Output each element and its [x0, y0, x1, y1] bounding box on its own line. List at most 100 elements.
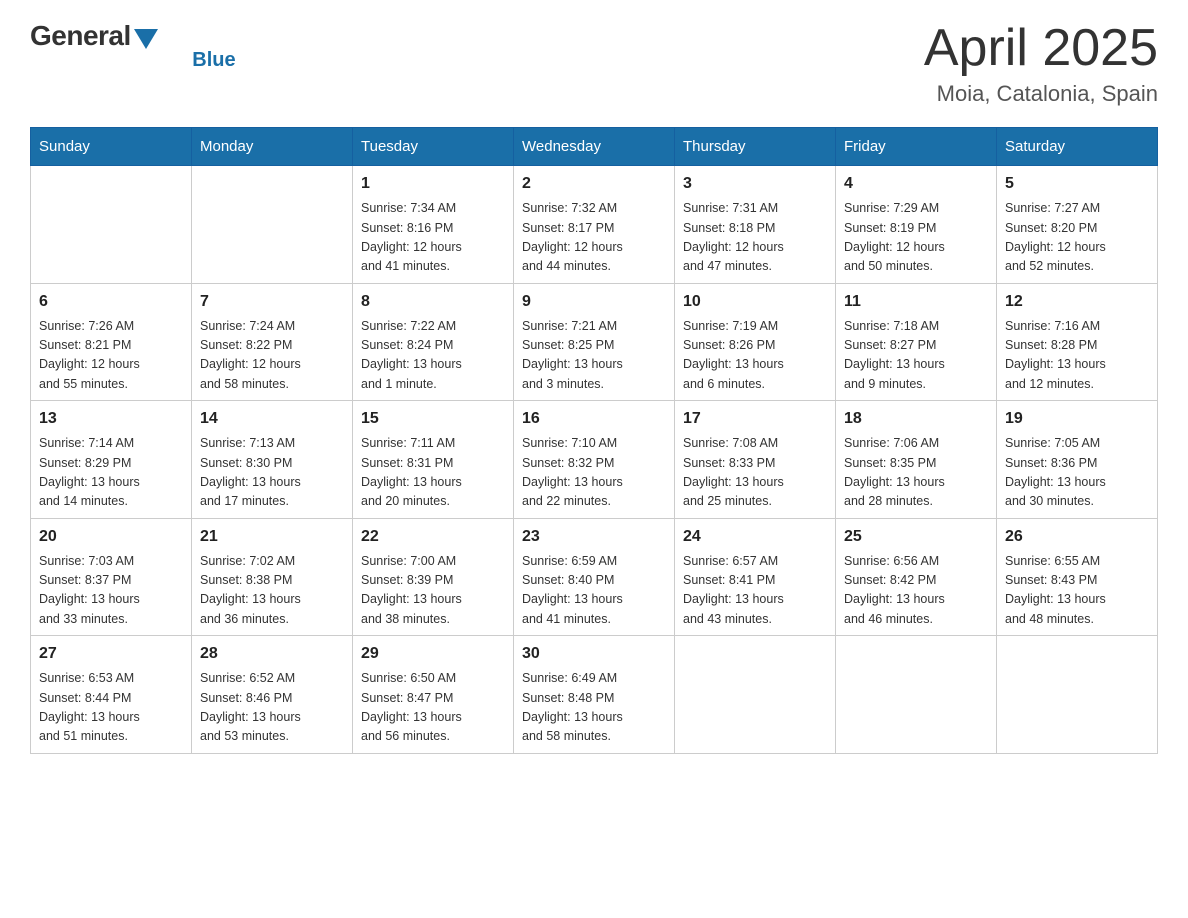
calendar-cell: 21 Sunrise: 7:02 AM Sunset: 8:38 PM Dayli…	[192, 518, 353, 636]
calendar-title: April 2025	[924, 20, 1158, 77]
calendar-cell: 2 Sunrise: 7:32 AM Sunset: 8:17 PM Daylig…	[514, 166, 675, 284]
day-number: 21	[200, 525, 344, 549]
calendar-cell: 3 Sunrise: 7:31 AM Sunset: 8:18 PM Daylig…	[675, 166, 836, 284]
calendar-cell: 4 Sunrise: 7:29 AM Sunset: 8:19 PM Daylig…	[836, 166, 997, 284]
calendar-cell	[997, 636, 1158, 754]
calendar-week-row: 13 Sunrise: 7:14 AM Sunset: 8:29 PM Dayli…	[31, 401, 1158, 519]
day-number: 20	[39, 525, 183, 549]
calendar-cell: 13 Sunrise: 7:14 AM Sunset: 8:29 PM Dayli…	[31, 401, 192, 519]
day-info: Sunrise: 6:59 AM Sunset: 8:40 PM Dayligh…	[522, 552, 666, 630]
calendar-cell: 6Sunrise: 7:26 AM Sunset: 8:21 PM Daylig…	[31, 283, 192, 401]
calendar-table: SundayMondayTuesdayWednesdayThursdayFrid…	[30, 127, 1158, 754]
day-number: 12	[1005, 290, 1149, 314]
calendar-subtitle: Moia, Catalonia, Spain	[924, 81, 1158, 107]
calendar-cell: 10Sunrise: 7:19 AM Sunset: 8:26 PM Dayli…	[675, 283, 836, 401]
day-info: Sunrise: 6:53 AM Sunset: 8:44 PM Dayligh…	[39, 669, 183, 747]
day-info: Sunrise: 7:06 AM Sunset: 8:35 PM Dayligh…	[844, 434, 988, 512]
day-number: 11	[844, 290, 988, 314]
calendar-cell: 12 Sunrise: 7:16 AM Sunset: 8:28 PM Dayli…	[997, 283, 1158, 401]
day-info: Sunrise: 7:14 AM Sunset: 8:29 PM Dayligh…	[39, 434, 183, 512]
calendar-cell	[31, 166, 192, 284]
calendar-cell: 5 Sunrise: 7:27 AM Sunset: 8:20 PM Daylig…	[997, 166, 1158, 284]
day-number: 3	[683, 172, 827, 196]
day-number: 25	[844, 525, 988, 549]
calendar-cell: 29Sunrise: 6:50 AM Sunset: 8:47 PM Dayli…	[353, 636, 514, 754]
day-number: 22	[361, 525, 505, 549]
calendar-week-row: 1 Sunrise: 7:34 AM Sunset: 8:16 PM Daylig…	[31, 166, 1158, 284]
day-info: Sunrise: 7:31 AM Sunset: 8:18 PM Dayligh…	[683, 199, 827, 277]
calendar-week-row: 20 Sunrise: 7:03 AM Sunset: 8:37 PM Dayli…	[31, 518, 1158, 636]
calendar-cell: 27 Sunrise: 6:53 AM Sunset: 8:44 PM Dayli…	[31, 636, 192, 754]
day-number: 14	[200, 407, 344, 431]
day-info: Sunrise: 7:29 AM Sunset: 8:19 PM Dayligh…	[844, 199, 988, 277]
day-info: Sunrise: 7:10 AM Sunset: 8:32 PM Dayligh…	[522, 434, 666, 512]
day-number: 30	[522, 642, 666, 666]
day-info: Sunrise: 6:57 AM Sunset: 8:41 PM Dayligh…	[683, 552, 827, 630]
day-number: 29	[361, 642, 505, 666]
calendar-cell: 16 Sunrise: 7:10 AM Sunset: 8:32 PM Dayli…	[514, 401, 675, 519]
day-info: Sunrise: 7:16 AM Sunset: 8:28 PM Dayligh…	[1005, 317, 1149, 395]
calendar-header-row: SundayMondayTuesdayWednesdayThursdayFrid…	[31, 128, 1158, 166]
calendar-cell: 19Sunrise: 7:05 AM Sunset: 8:36 PM Dayli…	[997, 401, 1158, 519]
day-info: Sunrise: 7:05 AM Sunset: 8:36 PM Dayligh…	[1005, 434, 1149, 512]
day-number: 18	[844, 407, 988, 431]
calendar-cell: 8Sunrise: 7:22 AM Sunset: 8:24 PM Daylig…	[353, 283, 514, 401]
day-info: Sunrise: 6:49 AM Sunset: 8:48 PM Dayligh…	[522, 669, 666, 747]
day-number: 13	[39, 407, 183, 431]
calendar-cell	[192, 166, 353, 284]
day-info: Sunrise: 7:13 AM Sunset: 8:30 PM Dayligh…	[200, 434, 344, 512]
page-header: General General Blue April 2025 Moia, Ca…	[30, 20, 1158, 107]
day-number: 10	[683, 290, 827, 314]
calendar-week-row: 6Sunrise: 7:26 AM Sunset: 8:21 PM Daylig…	[31, 283, 1158, 401]
calendar-cell: 22Sunrise: 7:00 AM Sunset: 8:39 PM Dayli…	[353, 518, 514, 636]
calendar-cell: 28 Sunrise: 6:52 AM Sunset: 8:46 PM Dayli…	[192, 636, 353, 754]
day-info: Sunrise: 7:24 AM Sunset: 8:22 PM Dayligh…	[200, 317, 344, 395]
logo-triangle-icon	[134, 29, 158, 49]
day-number: 15	[361, 407, 505, 431]
day-number: 1	[361, 172, 505, 196]
calendar-day-header: Wednesday	[514, 128, 675, 166]
day-number: 5	[1005, 172, 1149, 196]
day-info: Sunrise: 7:21 AM Sunset: 8:25 PM Dayligh…	[522, 317, 666, 395]
logo: General General Blue	[30, 20, 236, 76]
day-number: 28	[200, 642, 344, 666]
day-number: 17	[683, 407, 827, 431]
day-number: 7	[200, 290, 344, 314]
calendar-day-header: Sunday	[31, 128, 192, 166]
calendar-cell: 25 Sunrise: 6:56 AM Sunset: 8:42 PM Dayli…	[836, 518, 997, 636]
day-info: Sunrise: 7:02 AM Sunset: 8:38 PM Dayligh…	[200, 552, 344, 630]
day-number: 24	[683, 525, 827, 549]
calendar-cell	[836, 636, 997, 754]
day-info: Sunrise: 7:18 AM Sunset: 8:27 PM Dayligh…	[844, 317, 988, 395]
day-number: 4	[844, 172, 988, 196]
calendar-cell: 7 Sunrise: 7:24 AM Sunset: 8:22 PM Daylig…	[192, 283, 353, 401]
calendar-cell: 26Sunrise: 6:55 AM Sunset: 8:43 PM Dayli…	[997, 518, 1158, 636]
calendar-cell: 18 Sunrise: 7:06 AM Sunset: 8:35 PM Dayli…	[836, 401, 997, 519]
day-info: Sunrise: 6:52 AM Sunset: 8:46 PM Dayligh…	[200, 669, 344, 747]
calendar-cell: 30 Sunrise: 6:49 AM Sunset: 8:48 PM Dayli…	[514, 636, 675, 754]
calendar-cell: 17 Sunrise: 7:08 AM Sunset: 8:33 PM Dayli…	[675, 401, 836, 519]
day-number: 9	[522, 290, 666, 314]
logo-blue-text: Blue	[192, 49, 235, 72]
calendar-day-header: Monday	[192, 128, 353, 166]
logo-general-text: General	[30, 20, 131, 52]
day-info: Sunrise: 7:08 AM Sunset: 8:33 PM Dayligh…	[683, 434, 827, 512]
day-number: 27	[39, 642, 183, 666]
calendar-cell	[675, 636, 836, 754]
day-info: Sunrise: 7:03 AM Sunset: 8:37 PM Dayligh…	[39, 552, 183, 630]
day-number: 2	[522, 172, 666, 196]
calendar-cell: 20 Sunrise: 7:03 AM Sunset: 8:37 PM Dayli…	[31, 518, 192, 636]
day-info: Sunrise: 7:26 AM Sunset: 8:21 PM Dayligh…	[39, 317, 183, 395]
calendar-cell: 23 Sunrise: 6:59 AM Sunset: 8:40 PM Dayli…	[514, 518, 675, 636]
day-info: Sunrise: 6:56 AM Sunset: 8:42 PM Dayligh…	[844, 552, 988, 630]
calendar-cell: 14 Sunrise: 7:13 AM Sunset: 8:30 PM Dayli…	[192, 401, 353, 519]
calendar-week-row: 27 Sunrise: 6:53 AM Sunset: 8:44 PM Dayli…	[31, 636, 1158, 754]
calendar-day-header: Thursday	[675, 128, 836, 166]
day-number: 23	[522, 525, 666, 549]
day-info: Sunrise: 7:27 AM Sunset: 8:20 PM Dayligh…	[1005, 199, 1149, 277]
day-info: Sunrise: 7:34 AM Sunset: 8:16 PM Dayligh…	[361, 199, 505, 277]
calendar-cell: 11 Sunrise: 7:18 AM Sunset: 8:27 PM Dayli…	[836, 283, 997, 401]
day-info: Sunrise: 7:22 AM Sunset: 8:24 PM Dayligh…	[361, 317, 505, 395]
day-number: 16	[522, 407, 666, 431]
day-info: Sunrise: 7:32 AM Sunset: 8:17 PM Dayligh…	[522, 199, 666, 277]
